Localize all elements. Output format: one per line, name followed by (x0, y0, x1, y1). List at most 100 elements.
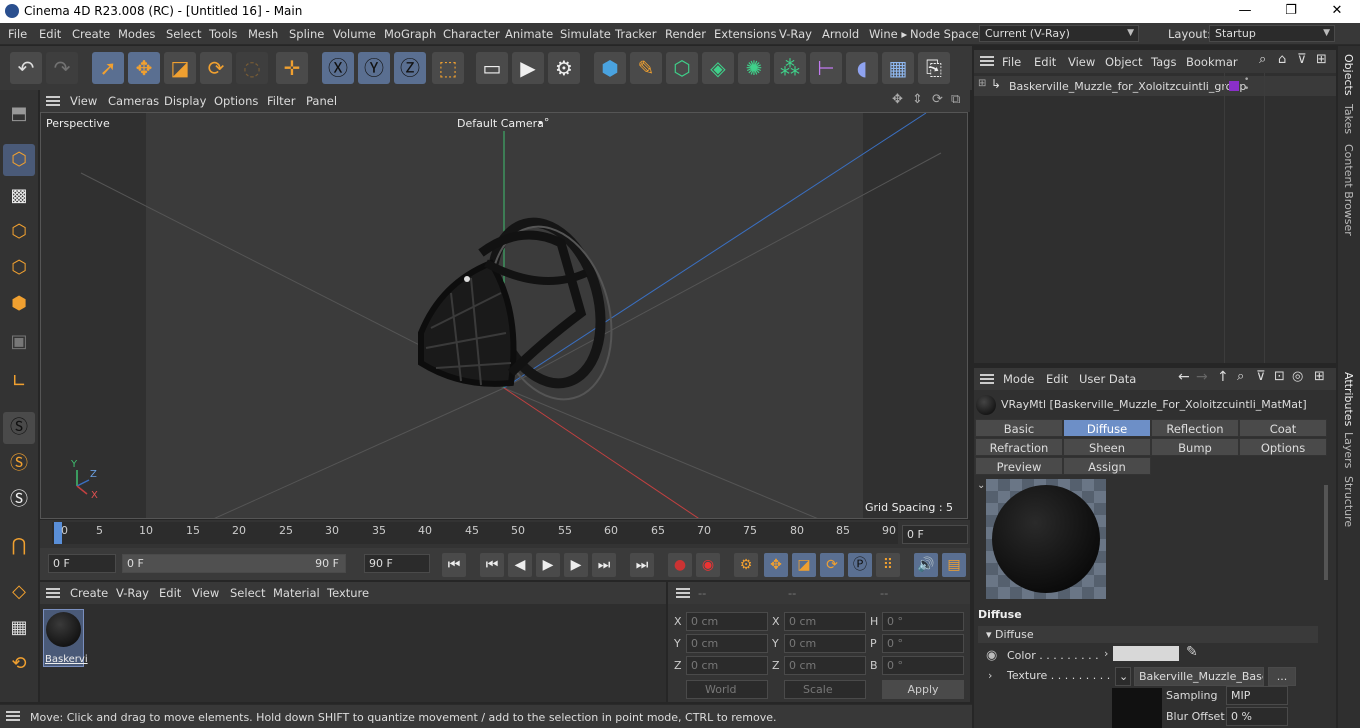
tab-diffuse[interactable]: Diffuse (1063, 419, 1151, 437)
coord-system-dropdown[interactable]: World (686, 680, 768, 699)
viewport-menu-filter[interactable]: Filter (267, 94, 295, 108)
viewport-menu-display[interactable]: Display (164, 94, 206, 108)
hamburger-icon[interactable] (46, 96, 60, 106)
material-menu-material[interactable]: Material (273, 586, 320, 600)
hamburger-icon[interactable] (676, 588, 690, 598)
menu-vray[interactable]: V-Ray (779, 27, 812, 41)
size-y-field[interactable]: 0 cm (784, 634, 866, 653)
filter-icon[interactable]: ⊽ (1256, 369, 1266, 384)
material-menu-select[interactable]: Select (230, 586, 265, 600)
cloner-icon[interactable]: ✺ (738, 52, 770, 84)
target-icon[interactable]: ◎ (1292, 369, 1303, 384)
prev-key-icon[interactable]: ⏮ (480, 553, 504, 577)
search-icon[interactable]: ⌕ (1237, 369, 1244, 384)
record-icon[interactable]: ● (668, 553, 692, 577)
next-key-icon[interactable]: ⏭ (592, 553, 616, 577)
recent-tool-icon[interactable]: ◌ (236, 52, 268, 84)
current-frame-field[interactable]: 0 F (902, 525, 968, 544)
texture-name-button[interactable]: Bakerville_Muzzle_BaseColo (1134, 667, 1264, 686)
film-icon[interactable]: ▤ (942, 553, 966, 577)
up-arrow-icon[interactable]: ↑ (1217, 369, 1229, 385)
render-to-picture-viewer-icon[interactable]: ▶ (512, 52, 544, 84)
workplane-rotate-icon[interactable]: ⟲ (3, 648, 35, 680)
texture-mode-icon[interactable]: ▩ (3, 180, 35, 212)
side-tab-objects[interactable]: Objects (1342, 54, 1355, 96)
rotation-h-field[interactable]: 0 ° (882, 612, 964, 631)
material-menu-texture[interactable]: Texture (327, 586, 369, 600)
keyframe-settings-icon[interactable]: ⚙ (734, 553, 758, 577)
attr-menu-userdata[interactable]: User Data (1079, 372, 1136, 386)
hamburger-icon[interactable] (6, 711, 20, 721)
extrude-icon[interactable]: ◈ (702, 52, 734, 84)
size-z-field[interactable]: 0 cm (784, 656, 866, 675)
viewport-menu-panel[interactable]: Panel (306, 94, 337, 108)
tab-basic[interactable]: Basic (975, 419, 1063, 437)
viewport-menu-view[interactable]: View (70, 94, 97, 108)
close-button[interactable]: ✕ (1314, 0, 1360, 23)
snap-icon[interactable]: Ⓢ (3, 412, 35, 444)
snap-settings-icon[interactable]: Ⓢ (3, 448, 35, 480)
workplane-snap-icon[interactable]: Ⓢ (3, 484, 35, 516)
material-menu-edit[interactable]: Edit (159, 586, 181, 600)
layout-dropdown[interactable]: Startup ▼ (1209, 25, 1335, 42)
position-z-field[interactable]: 0 cm (686, 656, 768, 675)
diffuse-group-header[interactable]: ▾ Diffuse (978, 626, 1318, 643)
viewport-zoom-icon[interactable]: ⇕ (912, 92, 923, 107)
tab-bump[interactable]: Bump (1151, 438, 1239, 456)
key-scale-icon[interactable]: ◪ (792, 553, 816, 577)
render-settings-icon[interactable]: ⚙ (548, 52, 580, 84)
material-menu-view[interactable]: View (192, 586, 219, 600)
animate-radio-icon[interactable]: ◉ (986, 648, 997, 663)
coordinate-system-icon[interactable]: ⬚ (432, 52, 464, 84)
menu-window[interactable]: Wine ▸ (869, 27, 907, 41)
position-y-field[interactable]: 0 cm (686, 634, 768, 653)
attr-menu-mode[interactable]: Mode (1003, 372, 1034, 386)
play-icon[interactable]: ▶ (536, 553, 560, 577)
texture-more-button[interactable]: ... (1268, 667, 1296, 686)
menu-tracker[interactable]: Tracker (615, 27, 657, 41)
eyedropper-icon[interactable]: ✎ (1186, 644, 1198, 660)
model-mode-icon[interactable]: ⬡ (3, 144, 35, 176)
forward-arrow-icon[interactable]: → (1196, 369, 1208, 385)
sound-icon[interactable]: 🔊 (914, 553, 938, 577)
size-mode-dropdown[interactable]: Scale (784, 680, 866, 699)
rotate-tool-icon[interactable]: ⟳ (200, 52, 232, 84)
lock-icon[interactable]: ⊡ (1274, 369, 1285, 384)
new-panel-icon[interactable]: ⊞ (1314, 369, 1325, 384)
sampling-dropdown[interactable]: MIP (1226, 686, 1288, 705)
minimize-button[interactable]: — (1222, 0, 1268, 23)
key-position-icon[interactable]: ✥ (764, 553, 788, 577)
object-menu-tags[interactable]: Tags (1151, 55, 1176, 69)
collapse-preview-icon[interactable]: ⌄ (977, 480, 985, 491)
material-menu-create[interactable]: Create (70, 586, 108, 600)
frame-range-slider[interactable]: 0 F 90 F (122, 554, 346, 573)
select-tool-icon[interactable]: ➚ (92, 52, 124, 84)
tab-options[interactable]: Options (1239, 438, 1327, 456)
deformer-icon[interactable]: ⊢ (810, 52, 842, 84)
side-tab-takes[interactable]: Takes (1342, 104, 1355, 134)
render-view-icon[interactable]: ▭ (476, 52, 508, 84)
visibility-dots-icon[interactable]: • • (1244, 76, 1249, 94)
menu-select[interactable]: Select (166, 27, 201, 41)
menu-mesh[interactable]: Mesh (248, 27, 278, 41)
redo-icon[interactable]: ↷ (46, 52, 78, 84)
menu-character[interactable]: Character (443, 27, 500, 41)
3d-viewport[interactable]: Perspective Default Camera ∙° Grid Spaci… (40, 112, 968, 519)
material-tag-icon[interactable] (1229, 81, 1239, 91)
texture-dropdown[interactable]: ⌄ (1115, 667, 1131, 686)
material-preview[interactable] (986, 479, 1106, 599)
key-parameter-icon[interactable]: Ⓟ (848, 553, 872, 577)
hamburger-icon[interactable] (980, 374, 994, 384)
end-frame-field[interactable]: 90 F (364, 554, 430, 573)
y-axis-lock-icon[interactable]: Ⓨ (358, 52, 390, 84)
color-swatch[interactable] (1113, 646, 1179, 661)
side-tab-layers[interactable]: Layers (1342, 432, 1355, 468)
chevron-right-icon[interactable]: › (988, 669, 992, 682)
side-tab-structure[interactable]: Structure (1342, 476, 1355, 527)
auto-key-icon[interactable]: ◉ (696, 553, 720, 577)
viewport-camera-label[interactable]: Default Camera (457, 117, 544, 130)
menu-file[interactable]: File (8, 27, 27, 41)
object-menu-file[interactable]: File (1002, 55, 1021, 69)
new-panel-icon[interactable]: ⊞ (1316, 52, 1327, 67)
transform-tool-icon[interactable]: ✛ (276, 52, 308, 84)
